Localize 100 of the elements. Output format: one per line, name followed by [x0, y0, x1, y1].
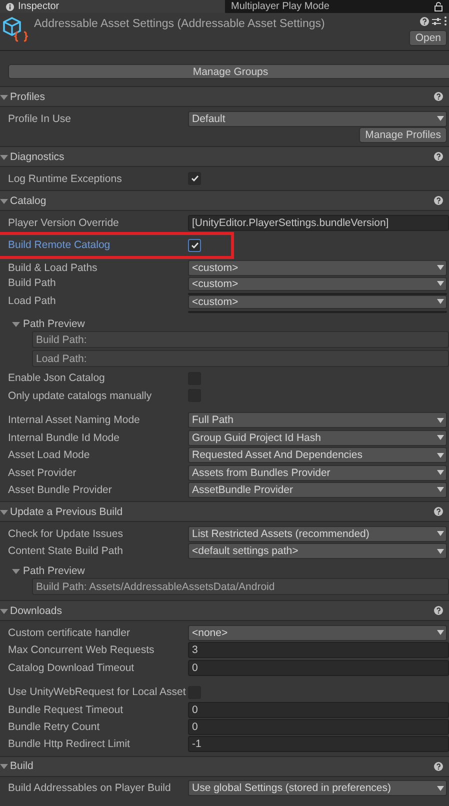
dropdown[interactable]: Group Guid Project Id Hash	[188, 430, 447, 446]
help-icon[interactable]	[434, 152, 443, 162]
expand-arrow-icon[interactable]	[0, 606, 8, 615]
manage-groups-button[interactable]: Manage Groups	[8, 64, 449, 79]
dropdown-arrow-icon	[437, 487, 444, 492]
dropdown-arrow-icon	[437, 299, 444, 304]
section-title: Downloads	[10, 604, 63, 617]
dropdown-arrow-icon	[437, 630, 444, 636]
input-field[interactable]	[188, 292, 447, 295]
field-label: Custom certificate handler	[8, 626, 131, 639]
section-header[interactable]: Diagnostics	[0, 146, 449, 168]
help-icon[interactable]	[420, 16, 429, 26]
input-field[interactable]: 3	[188, 642, 449, 658]
section-header[interactable]: Downloads	[0, 600, 449, 622]
dropdown-arrow-icon	[437, 548, 444, 554]
expand-arrow-icon[interactable]	[0, 762, 8, 770]
field-label: Asset Load Mode	[8, 449, 91, 462]
section-header[interactable]: Build	[0, 756, 449, 777]
section-title: Catalog	[10, 194, 48, 207]
input-field[interactable]: -1	[188, 736, 449, 752]
help-icon[interactable]	[434, 196, 443, 206]
foldout-title[interactable]: Path Preview	[23, 564, 85, 577]
dropdown-arrow-icon	[437, 786, 444, 791]
field-label: Max Concurrent Web Requests	[8, 644, 156, 656]
field-label: Build Path	[8, 276, 57, 289]
expand-arrow-icon[interactable]	[12, 566, 20, 575]
field-label: Build Remote Catalog	[8, 239, 112, 252]
input-field[interactable]: 0	[188, 702, 449, 718]
input-field[interactable]: [UnityEditor.PlayerSettings.bundleVersion]	[188, 214, 449, 231]
help-icon[interactable]	[434, 92, 443, 101]
dropdown-arrow-icon	[437, 265, 444, 270]
dropdown[interactable]: Use global Settings (stored in preferences)	[188, 780, 447, 796]
path-preview-field: Load Path:	[32, 350, 449, 368]
checkmark-icon	[190, 175, 198, 182]
open-button[interactable]: Open	[409, 30, 447, 46]
dropdown-arrow-icon	[437, 470, 444, 476]
expand-arrow-icon[interactable]	[0, 152, 8, 161]
path-preview-field: Build Path:	[32, 331, 449, 348]
dropdown-arrow-icon	[437, 116, 444, 121]
field-label: Load Path	[8, 294, 57, 307]
path-preview-field: Build Path: Assets/AddressableAssetsData/Android	[32, 578, 449, 596]
dropdown[interactable]: <custom>	[188, 294, 447, 309]
info-icon	[6, 2, 14, 10]
field-label: Catalog Download Timeout	[8, 662, 136, 674]
dropdown[interactable]: <custom>	[188, 260, 447, 276]
lock-icon[interactable]	[434, 2, 443, 12]
field-label: Asset Bundle Provider	[8, 484, 113, 496]
checkbox[interactable]	[188, 238, 201, 252]
field-label: Build & Load Paths	[8, 262, 98, 274]
field-label: Asset Provider	[8, 466, 78, 479]
section-title: Update a Previous Build	[10, 506, 124, 518]
more-options-icon[interactable]	[444, 16, 447, 26]
foldout-title[interactable]: Path Preview	[23, 318, 85, 330]
section-header[interactable]: Profiles	[0, 86, 449, 107]
section-title: Diagnostics	[10, 150, 66, 163]
section-title: Profiles	[10, 90, 46, 102]
expand-arrow-icon[interactable]	[12, 320, 20, 328]
dropdown-arrow-icon	[437, 531, 444, 536]
expand-arrow-icon[interactable]	[0, 92, 8, 100]
checkbox[interactable]	[188, 172, 201, 186]
dropdown[interactable]: Assets from Bundles Provider	[188, 464, 447, 481]
expand-arrow-icon[interactable]	[0, 508, 8, 516]
tab[interactable]: Multiplayer Play Mode	[225, 0, 340, 13]
section-header[interactable]: Update a Previous Build	[0, 501, 449, 522]
dropdown-arrow-icon	[437, 435, 444, 440]
field-label: Profile In Use	[8, 112, 72, 124]
help-icon[interactable]	[434, 762, 443, 771]
input-field[interactable]: 0	[188, 719, 449, 736]
field-label: Only update catalogs manually	[8, 390, 153, 402]
dropdown[interactable]: <custom>	[188, 276, 447, 291]
field-label: Log Runtime Exceptions	[8, 172, 123, 185]
section-title: Build	[10, 760, 34, 772]
tab[interactable]: Inspector	[0, 0, 225, 13]
dropdown[interactable]: Requested Asset And Dependencies	[188, 447, 447, 464]
dropdown[interactable]: AssetBundle Provider	[188, 482, 447, 498]
dropdown[interactable]: Default	[188, 110, 447, 126]
expand-arrow-icon[interactable]	[0, 196, 8, 205]
field-label: Use UnityWebRequest for Local Asset	[8, 686, 187, 698]
field-label: Bundle Retry Count	[8, 721, 101, 734]
dropdown[interactable]: List Restricted Assets (recommended)	[188, 526, 447, 542]
field-label: Check for Update Issues	[8, 528, 124, 540]
sliders-icon[interactable]	[432, 16, 441, 26]
dropdown-arrow-icon	[437, 281, 444, 286]
settings-asset-icon	[2, 16, 28, 44]
help-icon[interactable]	[434, 606, 443, 616]
dropdown-arrow-icon	[437, 418, 444, 423]
dropdown[interactable]: <default settings path>	[188, 543, 447, 560]
input-field[interactable]: 0	[188, 660, 449, 676]
field-label: Bundle Request Timeout	[8, 704, 124, 716]
checkmark-icon	[190, 242, 198, 249]
dropdown[interactable]: <none>	[188, 624, 447, 641]
section-header[interactable]: Catalog	[0, 190, 449, 212]
inspector-title: Addressable Asset Settings (Addressable Asset Settings)	[34, 17, 326, 32]
field-label: Enable Json Catalog	[8, 372, 106, 384]
field-label: Player Version Override	[8, 216, 120, 229]
field-label: Build Addressables on Player Build	[8, 782, 172, 794]
manage-profiles-button[interactable]: Manage Profiles	[359, 127, 447, 144]
dropdown[interactable]: Full Path	[188, 412, 447, 428]
help-icon[interactable]	[434, 507, 443, 516]
field-label: Internal Bundle Id Mode	[8, 432, 120, 444]
